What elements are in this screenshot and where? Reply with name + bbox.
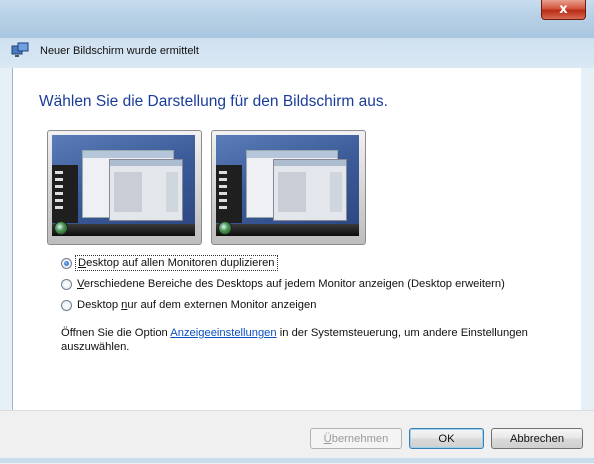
page-heading: Wählen Sie die Darstellung für den Bilds… [39, 93, 388, 110]
option-extend-label: Verschiedene Bereiche des Desktops auf j… [77, 278, 505, 290]
option-duplicate[interactable]: Desktop auf allen Monitoren duplizieren [61, 255, 278, 271]
content-panel: Wählen Sie die Darstellung für den Bilds… [12, 68, 581, 410]
option-external-only-label: Desktop nur auf dem externen Monitor anz… [77, 299, 317, 311]
title-bar[interactable]: x [0, 0, 594, 38]
radio-duplicate[interactable] [61, 257, 72, 269]
radio-extend[interactable] [61, 278, 72, 290]
cancel-button[interactable]: Abbrechen [491, 428, 583, 449]
display-settings-icon [11, 42, 29, 57]
dialog-header: Neuer Bildschirm wurde ermittelt [0, 38, 594, 68]
close-button[interactable]: x [541, 0, 586, 20]
duplicate-preview-image [47, 130, 202, 245]
apply-button[interactable]: Übernehmen [310, 428, 402, 449]
close-icon: x [559, 2, 568, 17]
ok-button[interactable]: OK [409, 428, 484, 449]
option-external-only[interactable]: Desktop nur auf dem externen Monitor anz… [61, 299, 316, 311]
option-duplicate-label: Desktop auf allen Monitoren duplizieren [75, 255, 278, 271]
display-settings-link[interactable]: Anzeigeeinstellungen [170, 327, 276, 339]
window-bottom-edge [0, 458, 594, 463]
extended-preview-image [211, 130, 366, 245]
radio-external-only[interactable] [61, 299, 72, 311]
button-bar: Übernehmen OK Abbrechen [0, 410, 594, 464]
info-text: Öffnen Sie die Option Anzeigeeinstellung… [61, 327, 528, 353]
dialog-window: x Neuer Bildschirm wurde ermittelt Wähle… [0, 0, 594, 464]
option-extend[interactable]: Verschiedene Bereiche des Desktops auf j… [61, 278, 505, 290]
window-title: Neuer Bildschirm wurde ermittelt [40, 45, 199, 57]
